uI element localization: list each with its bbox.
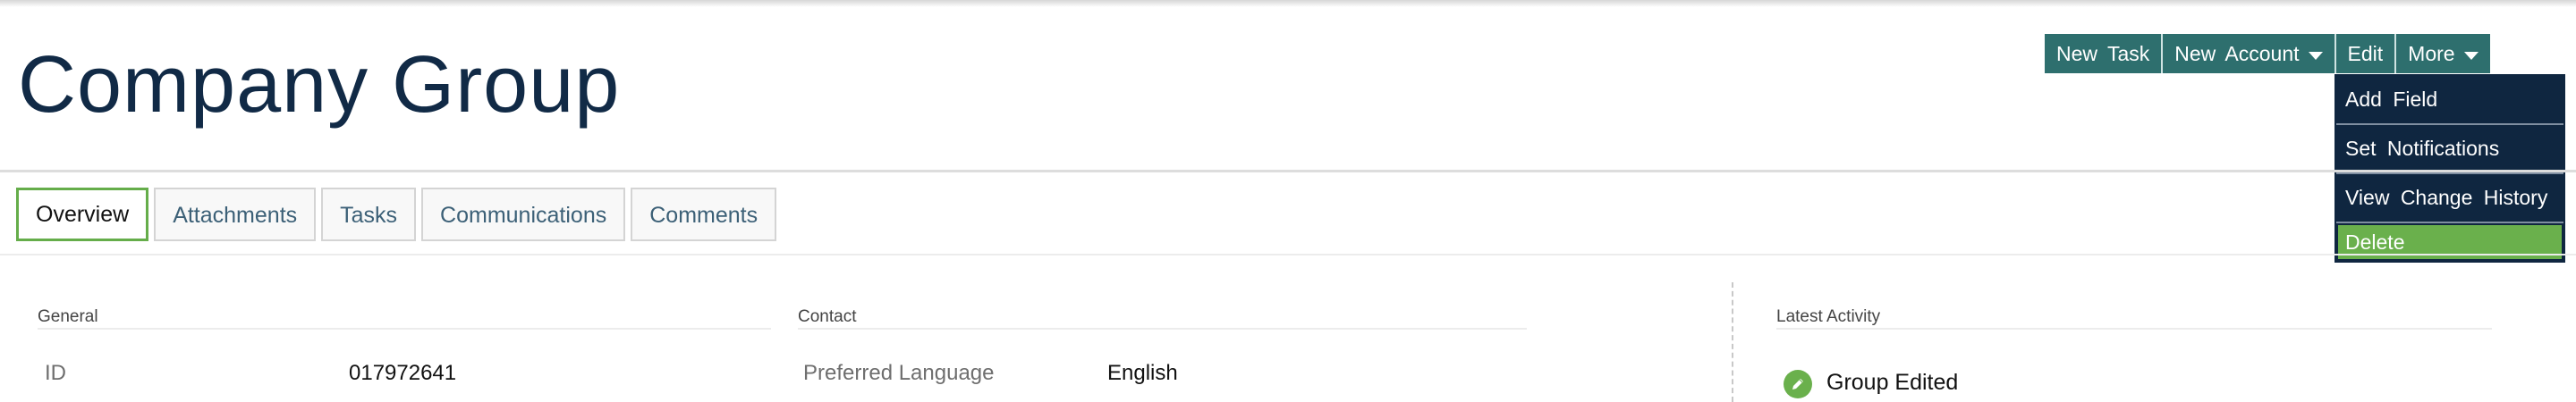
- new-task-label: New Task: [2056, 42, 2150, 65]
- new-account-label: New Account: [2174, 42, 2300, 65]
- activity-item-text[interactable]: Group Edited: [1826, 370, 1958, 396]
- menu-item-add-field[interactable]: Add Field: [2336, 76, 2563, 125]
- more-button[interactable]: More: [2396, 34, 2489, 73]
- chevron-down-icon: [2308, 51, 2323, 60]
- tab-communications[interactable]: Communications: [421, 188, 626, 241]
- tab-bar: Overview Attachments Tasks Communication…: [16, 188, 782, 241]
- page-title: Company Group: [18, 40, 621, 130]
- tab-tasks[interactable]: Tasks: [321, 188, 417, 241]
- tab-comments[interactable]: Comments: [631, 188, 777, 241]
- field-label-preferred-language: Preferred Language: [803, 361, 995, 385]
- more-label: More: [2408, 42, 2455, 65]
- tabs-divider: [0, 254, 2576, 255]
- new-account-button[interactable]: New Account: [2163, 34, 2336, 73]
- chevron-down-icon: [2463, 51, 2479, 60]
- edit-button[interactable]: Edit: [2336, 34, 2397, 73]
- more-dropdown-menu: Add Field Set Notifications View Change …: [2334, 74, 2565, 263]
- section-divider-latest-activity: [1776, 328, 2492, 330]
- section-divider-contact: [798, 328, 1527, 330]
- section-label-contact: Contact: [798, 307, 857, 326]
- top-shadow: [0, 0, 2576, 7]
- edit-label: Edit: [2347, 42, 2384, 65]
- column-divider: [1732, 282, 1733, 402]
- new-task-button[interactable]: New Task: [2045, 34, 2164, 73]
- section-label-latest-activity: Latest Activity: [1776, 307, 1881, 326]
- section-label-general: General: [38, 307, 98, 326]
- pencil-icon: [1784, 370, 1812, 398]
- field-value-preferred-language: English: [1107, 361, 1178, 385]
- menu-item-view-change-history[interactable]: View Change History: [2336, 174, 2563, 223]
- field-value-id: 017972641: [349, 361, 457, 385]
- tab-overview[interactable]: Overview: [16, 188, 149, 241]
- menu-item-set-notifications[interactable]: Set Notifications: [2336, 125, 2563, 174]
- section-divider-general: [38, 328, 771, 330]
- field-label-id: ID: [45, 361, 66, 385]
- header-divider: [0, 170, 2576, 172]
- tab-attachments[interactable]: Attachments: [154, 188, 317, 241]
- action-toolbar: New Task New Account Edit More: [2045, 34, 2490, 73]
